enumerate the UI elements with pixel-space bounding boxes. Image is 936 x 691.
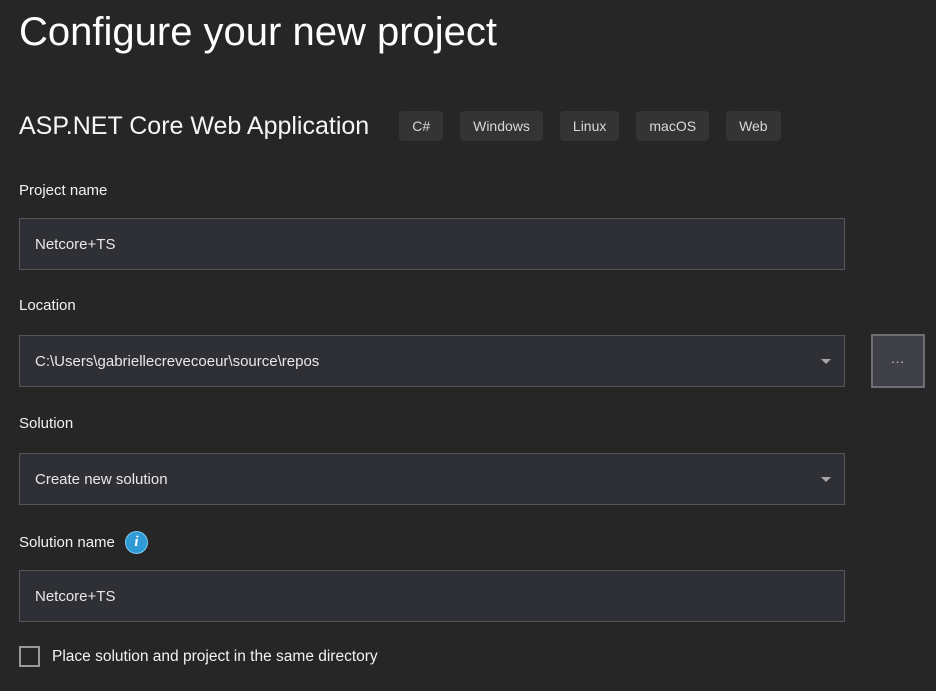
location-label: Location xyxy=(19,294,936,317)
template-header: ASP.NET Core Web Application C# Windows … xyxy=(19,111,936,141)
template-name: ASP.NET Core Web Application xyxy=(19,112,369,141)
location-row: C:\Users\gabriellecrevecoeur\source\repo… xyxy=(19,317,936,388)
same-directory-checkbox[interactable] xyxy=(19,646,40,667)
solution-value: Create new solution xyxy=(35,471,168,488)
chevron-down-icon[interactable] xyxy=(821,477,831,482)
tag-csharp: C# xyxy=(399,111,443,141)
solution-name-input[interactable] xyxy=(19,570,845,622)
project-name-label: Project name xyxy=(19,179,936,202)
configure-project-dialog: Configure your new project ASP.NET Core … xyxy=(0,0,936,667)
chevron-down-icon[interactable] xyxy=(821,359,831,364)
same-directory-label: Place solution and project in the same d… xyxy=(52,648,378,666)
location-value: C:\Users\gabriellecrevecoeur\source\repo… xyxy=(35,353,319,370)
tag-windows: Windows xyxy=(460,111,543,141)
location-combobox[interactable]: C:\Users\gabriellecrevecoeur\source\repo… xyxy=(19,335,845,387)
same-directory-row: Place solution and project in the same d… xyxy=(19,646,936,667)
tag-web: Web xyxy=(726,111,781,141)
project-name-input[interactable] xyxy=(19,218,845,270)
solution-label: Solution xyxy=(19,412,936,435)
tag-macos: macOS xyxy=(636,111,709,141)
info-icon[interactable]: i xyxy=(125,531,148,554)
page-title: Configure your new project xyxy=(19,8,936,56)
solution-name-label: Solution name xyxy=(19,534,115,551)
solution-combobox[interactable]: Create new solution xyxy=(19,453,845,505)
solution-name-row: Solution name i xyxy=(19,531,936,554)
tag-linux: Linux xyxy=(560,111,619,141)
browse-button[interactable]: ... xyxy=(871,334,925,388)
